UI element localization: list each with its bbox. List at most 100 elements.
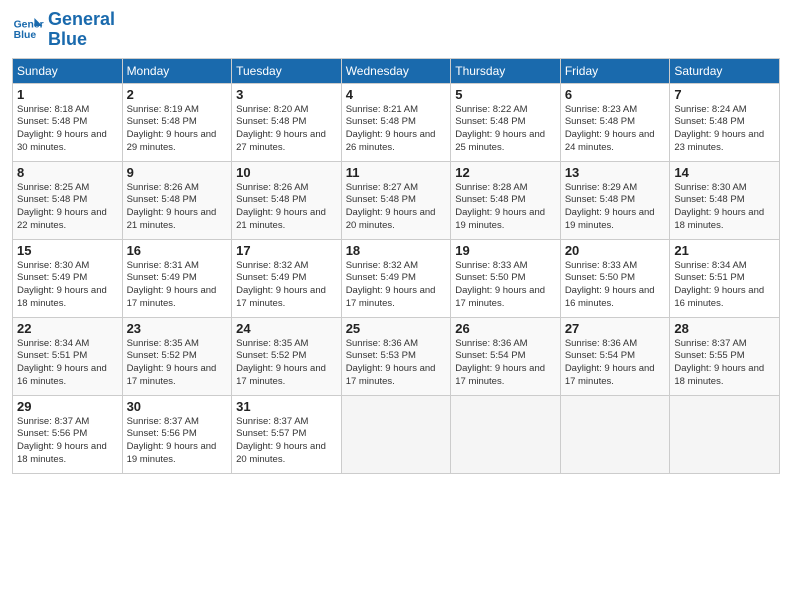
calendar-cell: 26 Sunrise: 8:36 AM Sunset: 5:54 PM Dayli… — [451, 317, 561, 395]
day-info: Sunrise: 8:33 AM Sunset: 5:50 PM Dayligh… — [565, 260, 666, 311]
calendar-cell — [560, 395, 670, 473]
day-info: Sunrise: 8:37 AM Sunset: 5:55 PM Dayligh… — [674, 338, 775, 389]
day-info: Sunrise: 8:26 AM Sunset: 5:48 PM Dayligh… — [127, 182, 228, 233]
day-info: Sunrise: 8:33 AM Sunset: 5:50 PM Dayligh… — [455, 260, 556, 311]
day-number: 25 — [346, 321, 447, 336]
calendar-cell: 13 Sunrise: 8:29 AM Sunset: 5:48 PM Dayli… — [560, 161, 670, 239]
day-number: 12 — [455, 165, 556, 180]
calendar-cell: 29 Sunrise: 8:37 AM Sunset: 5:56 PM Dayli… — [13, 395, 123, 473]
day-info: Sunrise: 8:29 AM Sunset: 5:48 PM Dayligh… — [565, 182, 666, 233]
header: General Blue GeneralBlue — [12, 10, 780, 50]
day-info: Sunrise: 8:28 AM Sunset: 5:48 PM Dayligh… — [455, 182, 556, 233]
day-number: 30 — [127, 399, 228, 414]
calendar-cell: 28 Sunrise: 8:37 AM Sunset: 5:55 PM Dayli… — [670, 317, 780, 395]
svg-text:Blue: Blue — [14, 30, 37, 41]
day-info: Sunrise: 8:26 AM Sunset: 5:48 PM Dayligh… — [236, 182, 337, 233]
calendar-cell — [670, 395, 780, 473]
calendar-cell — [451, 395, 561, 473]
day-number: 31 — [236, 399, 337, 414]
day-number: 11 — [346, 165, 447, 180]
calendar-cell — [341, 395, 451, 473]
day-info: Sunrise: 8:32 AM Sunset: 5:49 PM Dayligh… — [236, 260, 337, 311]
calendar-cell: 1 Sunrise: 8:18 AM Sunset: 5:48 PM Daylig… — [13, 83, 123, 161]
day-number: 9 — [127, 165, 228, 180]
day-number: 13 — [565, 165, 666, 180]
day-number: 26 — [455, 321, 556, 336]
day-number: 7 — [674, 87, 775, 102]
calendar-cell: 14 Sunrise: 8:30 AM Sunset: 5:48 PM Dayli… — [670, 161, 780, 239]
calendar-cell: 5 Sunrise: 8:22 AM Sunset: 5:48 PM Daylig… — [451, 83, 561, 161]
day-number: 20 — [565, 243, 666, 258]
day-number: 29 — [17, 399, 118, 414]
day-number: 18 — [346, 243, 447, 258]
day-info: Sunrise: 8:36 AM Sunset: 5:54 PM Dayligh… — [455, 338, 556, 389]
day-number: 5 — [455, 87, 556, 102]
calendar-cell: 18Sunrise: 8:32 AM Sunset: 5:49 PM Dayli… — [341, 239, 451, 317]
calendar-week-2: 8Sunrise: 8:25 AM Sunset: 5:48 PM Daylig… — [13, 161, 780, 239]
day-info: Sunrise: 8:35 AM Sunset: 5:52 PM Dayligh… — [236, 338, 337, 389]
calendar-cell: 3Sunrise: 8:20 AM Sunset: 5:48 PM Daylig… — [232, 83, 342, 161]
day-number: 1 — [17, 87, 118, 102]
day-info: Sunrise: 8:35 AM Sunset: 5:52 PM Dayligh… — [127, 338, 228, 389]
day-number: 28 — [674, 321, 775, 336]
calendar-cell: 2 Sunrise: 8:19 AM Sunset: 5:48 PM Daylig… — [122, 83, 232, 161]
day-number: 22 — [17, 321, 118, 336]
day-number: 21 — [674, 243, 775, 258]
calendar-cell: 15 Sunrise: 8:30 AM Sunset: 5:49 PM Dayli… — [13, 239, 123, 317]
day-number: 6 — [565, 87, 666, 102]
day-info: Sunrise: 8:30 AM Sunset: 5:48 PM Dayligh… — [674, 182, 775, 233]
day-number: 24 — [236, 321, 337, 336]
day-info: Sunrise: 8:25 AM Sunset: 5:48 PM Dayligh… — [17, 182, 118, 233]
calendar-cell: 12 Sunrise: 8:28 AM Sunset: 5:48 PM Dayli… — [451, 161, 561, 239]
calendar-week-3: 15 Sunrise: 8:30 AM Sunset: 5:49 PM Dayli… — [13, 239, 780, 317]
calendar-cell: 17 Sunrise: 8:32 AM Sunset: 5:49 PM Dayli… — [232, 239, 342, 317]
calendar-cell: 25 Sunrise: 8:36 AM Sunset: 5:53 PM Dayli… — [341, 317, 451, 395]
day-info: Sunrise: 8:37 AM Sunset: 5:56 PM Dayligh… — [17, 416, 118, 467]
day-info: Sunrise: 8:24 AM Sunset: 5:48 PM Dayligh… — [674, 104, 775, 155]
day-info: Sunrise: 8:18 AM Sunset: 5:48 PM Dayligh… — [17, 104, 118, 155]
calendar-cell: 11 Sunrise: 8:27 AM Sunset: 5:48 PM Dayli… — [341, 161, 451, 239]
day-number: 3 — [236, 87, 337, 102]
day-number: 10 — [236, 165, 337, 180]
day-info: Sunrise: 8:36 AM Sunset: 5:53 PM Dayligh… — [346, 338, 447, 389]
day-number: 17 — [236, 243, 337, 258]
day-header-sunday: Sunday — [13, 58, 123, 83]
calendar-cell: 16 Sunrise: 8:31 AM Sunset: 5:49 PM Dayli… — [122, 239, 232, 317]
day-number: 2 — [127, 87, 228, 102]
day-header-friday: Friday — [560, 58, 670, 83]
calendar-cell: 21Sunrise: 8:34 AM Sunset: 5:51 PM Dayli… — [670, 239, 780, 317]
day-number: 4 — [346, 87, 447, 102]
calendar-cell: 19 Sunrise: 8:33 AM Sunset: 5:50 PM Dayli… — [451, 239, 561, 317]
day-info: Sunrise: 8:19 AM Sunset: 5:48 PM Dayligh… — [127, 104, 228, 155]
day-number: 23 — [127, 321, 228, 336]
calendar-week-5: 29 Sunrise: 8:37 AM Sunset: 5:56 PM Dayli… — [13, 395, 780, 473]
calendar-cell: 22 Sunrise: 8:34 AM Sunset: 5:51 PM Dayli… — [13, 317, 123, 395]
calendar-cell: 27 Sunrise: 8:36 AM Sunset: 5:54 PM Dayli… — [560, 317, 670, 395]
logo: General Blue GeneralBlue — [12, 10, 115, 50]
day-info: Sunrise: 8:27 AM Sunset: 5:48 PM Dayligh… — [346, 182, 447, 233]
day-info: Sunrise: 8:31 AM Sunset: 5:49 PM Dayligh… — [127, 260, 228, 311]
calendar-cell: 9 Sunrise: 8:26 AM Sunset: 5:48 PM Daylig… — [122, 161, 232, 239]
calendar-week-1: 1 Sunrise: 8:18 AM Sunset: 5:48 PM Daylig… — [13, 83, 780, 161]
calendar-cell: 31 Sunrise: 8:37 AM Sunset: 5:57 PM Dayli… — [232, 395, 342, 473]
calendar-cell: 20 Sunrise: 8:33 AM Sunset: 5:50 PM Dayli… — [560, 239, 670, 317]
day-info: Sunrise: 8:37 AM Sunset: 5:57 PM Dayligh… — [236, 416, 337, 467]
calendar-cell: 24 Sunrise: 8:35 AM Sunset: 5:52 PM Dayli… — [232, 317, 342, 395]
day-header-tuesday: Tuesday — [232, 58, 342, 83]
day-number: 14 — [674, 165, 775, 180]
day-number: 16 — [127, 243, 228, 258]
calendar-cell: 10 Sunrise: 8:26 AM Sunset: 5:48 PM Dayli… — [232, 161, 342, 239]
day-info: Sunrise: 8:34 AM Sunset: 5:51 PM Dayligh… — [17, 338, 118, 389]
calendar-cell: 7 Sunrise: 8:24 AM Sunset: 5:48 PM Daylig… — [670, 83, 780, 161]
day-info: Sunrise: 8:23 AM Sunset: 5:48 PM Dayligh… — [565, 104, 666, 155]
day-number: 15 — [17, 243, 118, 258]
logo-text: GeneralBlue — [48, 10, 115, 50]
day-header-thursday: Thursday — [451, 58, 561, 83]
day-number: 19 — [455, 243, 556, 258]
day-number: 27 — [565, 321, 666, 336]
calendar-week-4: 22 Sunrise: 8:34 AM Sunset: 5:51 PM Dayli… — [13, 317, 780, 395]
calendar-header: SundayMondayTuesdayWednesdayThursdayFrid… — [13, 58, 780, 83]
day-info: Sunrise: 8:22 AM Sunset: 5:48 PM Dayligh… — [455, 104, 556, 155]
day-info: Sunrise: 8:30 AM Sunset: 5:49 PM Dayligh… — [17, 260, 118, 311]
day-info: Sunrise: 8:36 AM Sunset: 5:54 PM Dayligh… — [565, 338, 666, 389]
